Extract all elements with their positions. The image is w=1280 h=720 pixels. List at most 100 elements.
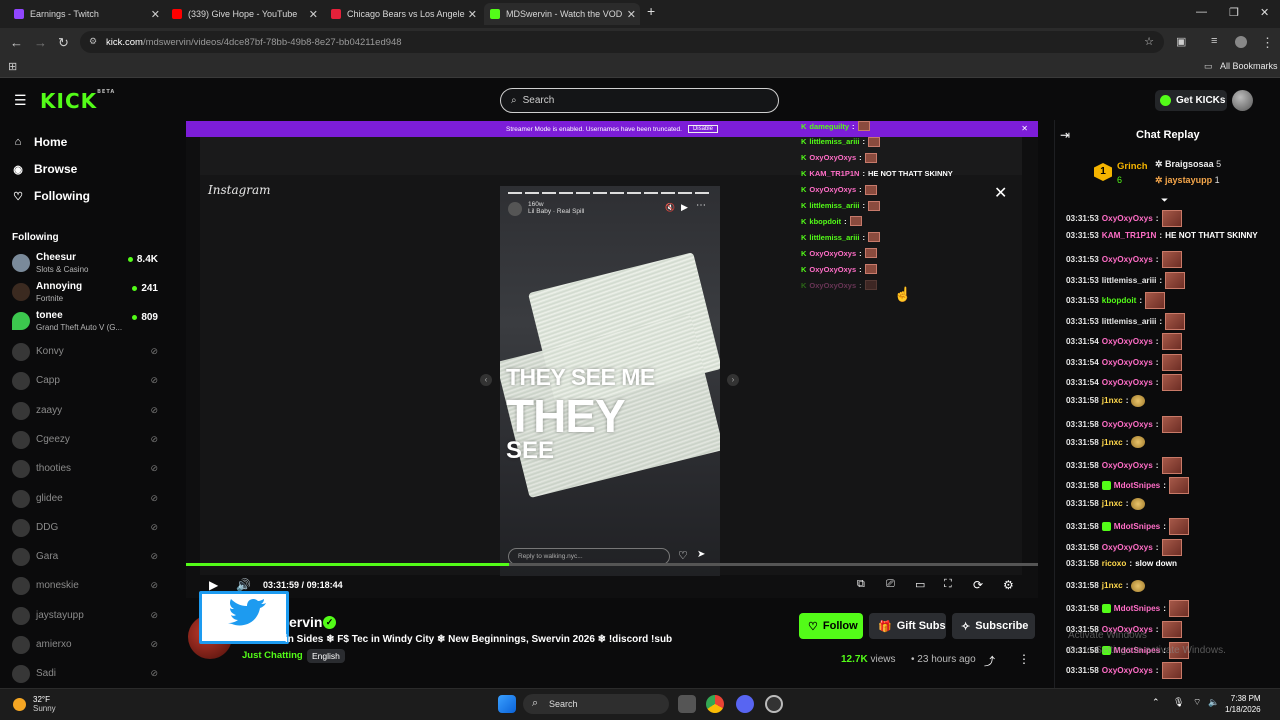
- media-icon[interactable]: ≡: [1211, 35, 1217, 47]
- new-tab-button[interactable]: +: [647, 3, 655, 19]
- chat-username[interactable]: OxyOxyOxys: [1102, 214, 1153, 223]
- language-tag[interactable]: English: [307, 649, 345, 663]
- browser-tab[interactable]: (339) Give Hope - YouTube ✕: [166, 3, 322, 25]
- chat-username[interactable]: KAM_TR1P1N: [1102, 231, 1157, 240]
- speaker-icon[interactable]: 🔈: [1208, 697, 1219, 708]
- leader-name[interactable]: Grinch: [1117, 161, 1148, 172]
- chat-username[interactable]: OxyOxyOxys: [1102, 337, 1153, 346]
- discord-icon[interactable]: [736, 695, 754, 713]
- minimize-icon[interactable]: —: [1196, 6, 1207, 18]
- mute-icon[interactable]: 🔇: [665, 203, 675, 212]
- site-info-icon[interactable]: ⚙: [89, 36, 97, 47]
- story-more-icon[interactable]: ⋯: [696, 200, 706, 211]
- leader-row[interactable]: ✲ Braigsosaa 5: [1155, 159, 1221, 170]
- banner-close-icon[interactable]: ✕: [1021, 124, 1028, 133]
- followed-channel-live[interactable]: Cheesur Slots & Casino 8.4K: [12, 252, 162, 276]
- miniplayer-icon[interactable]: ⧉: [857, 578, 865, 591]
- followed-channel-offline[interactable]: Gara ⊘: [12, 547, 162, 567]
- close-icon[interactable]: ✕: [151, 8, 160, 21]
- kick-logo[interactable]: KICKBETA: [40, 89, 115, 113]
- story-prev-icon[interactable]: ‹: [480, 374, 492, 386]
- followed-channel-offline[interactable]: Sadi ⊘: [12, 664, 162, 684]
- chat-username[interactable]: MdotSnipes: [1114, 604, 1160, 613]
- apps-grid-icon[interactable]: ⊞: [8, 60, 17, 73]
- chat-username[interactable]: j1nxc: [1102, 438, 1123, 447]
- volume-icon[interactable]: 🔊: [236, 578, 251, 592]
- search-input[interactable]: ⌕ Search: [500, 88, 779, 113]
- sidebar-item-following[interactable]: ♡ Following: [12, 189, 90, 203]
- followed-channel-live[interactable]: tonee Grand Theft Auto V (G... 809: [12, 310, 162, 334]
- subscribe-button[interactable]: ✧ Subscribe: [952, 613, 1035, 639]
- expand-leaderboard-icon[interactable]: ⏷: [1161, 195, 1168, 206]
- window-close-icon[interactable]: ✕: [1260, 6, 1269, 19]
- chat-username[interactable]: OxyOxyOxys: [1102, 255, 1153, 264]
- close-icon[interactable]: ✕: [468, 8, 477, 21]
- weather-widget[interactable]: 32°F Sunny: [13, 695, 56, 713]
- tray-overflow-icon[interactable]: ⌃: [1152, 697, 1160, 708]
- system-clock[interactable]: 7:38 PM 1/18/2026: [1225, 693, 1261, 715]
- back-icon[interactable]: ←: [10, 35, 23, 50]
- app-icon[interactable]: [765, 695, 783, 713]
- followed-channel-offline[interactable]: Cgeezy ⊘: [12, 430, 162, 450]
- chat-username[interactable]: j1nxc: [1102, 396, 1123, 405]
- story-share-icon[interactable]: ➤: [697, 549, 705, 560]
- story-like-icon[interactable]: ♡: [678, 549, 688, 562]
- followed-channel-live[interactable]: Annoying Fortnite 241: [12, 281, 162, 305]
- fullscreen-icon[interactable]: ⛶: [944, 578, 952, 591]
- browser-tab-active[interactable]: MDSwervin - Watch the VOD o ✕: [484, 3, 640, 25]
- followed-channel-offline[interactable]: moneskie ⊘: [12, 576, 162, 596]
- followed-channel-offline[interactable]: Konvy ⊘: [12, 342, 162, 362]
- sidebar-item-home[interactable]: ⌂ Home: [12, 135, 68, 149]
- clip-icon[interactable]: ⎚: [886, 578, 895, 591]
- chat-username[interactable]: OxyOxyOxys: [1102, 543, 1153, 552]
- settings-gear-icon[interactable]: ⚙: [1003, 578, 1014, 592]
- video-progress-bar[interactable]: [186, 563, 1038, 566]
- video-player[interactable]: Streamer Mode is enabled. Usernames have…: [186, 121, 1038, 598]
- chat-username[interactable]: ricoxo: [1102, 559, 1127, 568]
- all-bookmarks-link[interactable]: All Bookmarks: [1220, 61, 1278, 71]
- chat-username[interactable]: OxyOxyOxys: [1102, 358, 1153, 367]
- chat-username[interactable]: OxyOxyOxys: [1102, 461, 1153, 470]
- chat-username[interactable]: littlemiss_ariii: [1102, 317, 1157, 326]
- more-options-icon[interactable]: ⋮: [1018, 652, 1030, 666]
- followed-channel-offline[interactable]: jaystayupp ⊘: [12, 606, 162, 626]
- menu-hamburger-icon[interactable]: ☰: [14, 92, 27, 109]
- followed-channel-offline[interactable]: DDG ⊘: [12, 518, 162, 538]
- followed-channel-offline[interactable]: zaayy ⊘: [12, 401, 162, 421]
- chat-username[interactable]: j1nxc: [1102, 581, 1123, 590]
- followed-channel-offline[interactable]: glidee ⊘: [12, 489, 162, 509]
- followed-channel-offline[interactable]: Capp ⊘: [12, 371, 162, 391]
- chat-username[interactable]: OxyOxyOxys: [1102, 420, 1153, 429]
- story-play-icon[interactable]: ▶: [681, 202, 688, 213]
- chrome-icon[interactable]: [706, 695, 724, 713]
- chat-username[interactable]: j1nxc: [1102, 499, 1123, 508]
- taskbar-search[interactable]: ⌕ Search: [523, 694, 669, 714]
- bookmark-star-icon[interactable]: ☆: [1144, 35, 1154, 48]
- play-button[interactable]: ▶: [209, 578, 218, 592]
- story-next-icon[interactable]: ›: [727, 374, 739, 386]
- wifi-icon[interactable]: ⌔: [1193, 697, 1201, 708]
- chat-username[interactable]: MdotSnipes: [1114, 522, 1160, 531]
- reload-icon[interactable]: ↻: [58, 35, 69, 51]
- browser-menu-icon[interactable]: ⋮: [1261, 35, 1274, 51]
- cast-icon[interactable]: ▣: [1176, 35, 1186, 48]
- profile-avatar[interactable]: [1235, 36, 1247, 48]
- share-icon[interactable]: ⤴: [984, 653, 995, 669]
- chat-username[interactable]: OxyOxyOxys: [1102, 666, 1153, 675]
- sidebar-item-browse[interactable]: ◉ Browse: [12, 162, 77, 176]
- microphone-icon[interactable]: 🎙: [1173, 697, 1184, 708]
- chat-username[interactable]: MdotSnipes: [1114, 481, 1160, 490]
- close-icon[interactable]: ✕: [309, 8, 318, 21]
- user-avatar[interactable]: [1232, 90, 1253, 111]
- followed-channel-offline[interactable]: thooties ⊘: [12, 459, 162, 479]
- windows-start-icon[interactable]: [498, 695, 516, 713]
- maximize-icon[interactable]: ❐: [1229, 6, 1239, 19]
- channel-name[interactable]: ervin: [289, 614, 322, 630]
- theater-mode-icon[interactable]: ▭: [915, 578, 925, 591]
- followed-channel-offline[interactable]: amierxo ⊘: [12, 635, 162, 655]
- collapse-chat-icon[interactable]: ⇥: [1060, 128, 1070, 142]
- follow-button[interactable]: ♡ Follow: [799, 613, 863, 639]
- disable-button[interactable]: Disable: [687, 125, 718, 133]
- close-icon[interactable]: ✕: [627, 8, 636, 21]
- playback-speed-icon[interactable]: ⟳: [973, 578, 983, 592]
